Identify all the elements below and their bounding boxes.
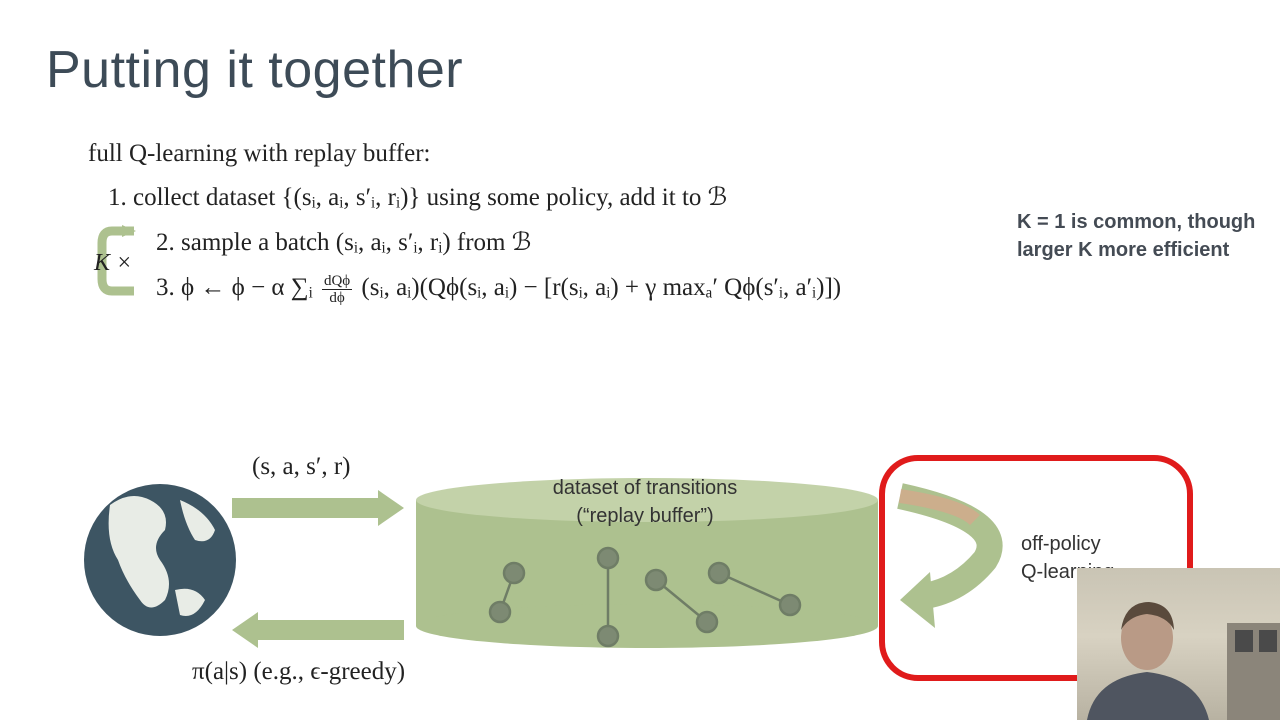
policy-label: π(a|s) (e.g., ϵ-greedy) — [192, 658, 406, 685]
curved-update-arrow — [897, 483, 1003, 628]
off-policy-label-line-1: off-policy — [1021, 533, 1101, 555]
presenter-webcam — [1077, 568, 1280, 720]
transition-arrow — [232, 490, 404, 526]
dataset-label-line-2: (“replay buffer”) — [576, 505, 714, 527]
dataset-label: dataset of transitions (“replay buffer”) — [510, 474, 780, 530]
policy-arrow — [232, 612, 404, 648]
dataset-label-line-1: dataset of transitions — [552, 477, 738, 499]
presenter-image — [1087, 602, 1280, 720]
transition-tuple-label: (s, a, s′, r) — [252, 453, 351, 480]
globe-icon — [84, 484, 236, 636]
